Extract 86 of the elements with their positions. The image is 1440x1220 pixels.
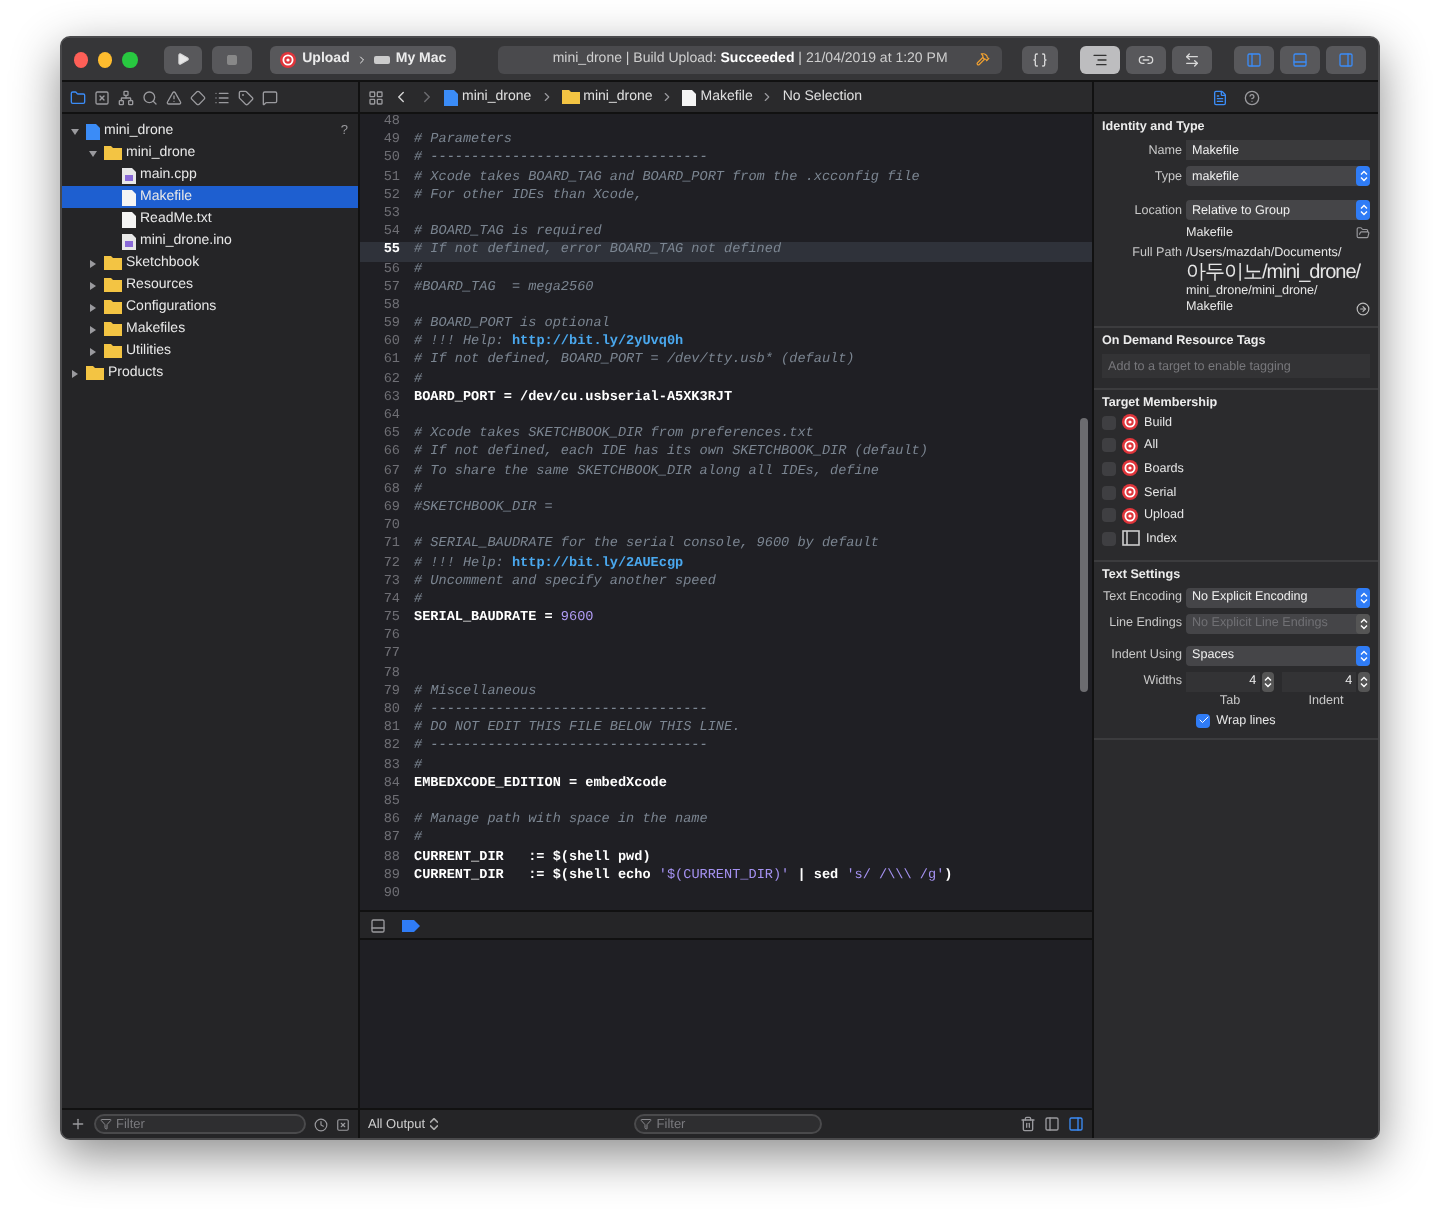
crossed-square-icon[interactable] <box>94 89 110 105</box>
source-file-icon <box>122 233 136 249</box>
stop-icon <box>226 53 239 65</box>
left-panel-icon[interactable] <box>1044 1116 1061 1132</box>
minimize-button[interactable] <box>98 51 113 67</box>
stepper-icon[interactable] <box>1356 645 1370 666</box>
filter-icon <box>640 1118 653 1130</box>
breakpoint-icon[interactable] <box>402 919 420 931</box>
disclosure-triangle-icon[interactable] <box>72 369 78 377</box>
reveal-icon[interactable] <box>1356 301 1370 315</box>
close-button[interactable] <box>74 51 89 67</box>
clock-icon[interactable] <box>314 1117 328 1131</box>
link-icon <box>1137 51 1154 67</box>
breadcrumb-chevron-icon <box>539 90 554 104</box>
stepper-icon[interactable] <box>1262 671 1274 692</box>
target-icon <box>1122 414 1138 431</box>
hammer-icon <box>975 52 990 66</box>
source-file-icon <box>122 167 136 183</box>
path-text: 아두이노/mini_drone/ <box>1186 262 1361 284</box>
stepper-icon[interactable] <box>1358 671 1370 692</box>
stepper-icon[interactable] <box>1356 587 1370 608</box>
stop-button[interactable] <box>212 45 253 73</box>
index-icon <box>1122 530 1140 547</box>
assistant-editor-button[interactable] <box>1125 45 1166 73</box>
breadcrumb-chevron-icon <box>660 90 675 104</box>
disclosure-triangle-icon[interactable] <box>90 259 96 267</box>
debug-area-toggle-button[interactable] <box>1279 45 1320 73</box>
braces-icon <box>1031 51 1048 67</box>
add-icon[interactable] <box>70 1116 86 1132</box>
panel-icon[interactable] <box>370 917 386 933</box>
back-icon[interactable] <box>392 88 410 106</box>
arrows-icon <box>1183 51 1200 67</box>
standard-editor-button[interactable] <box>1079 45 1120 73</box>
grid-icon[interactable] <box>368 89 384 105</box>
target-icon <box>1122 437 1138 454</box>
version-editor-button[interactable] <box>1171 45 1212 73</box>
folder-icon <box>104 146 122 160</box>
target-icon <box>1122 484 1138 501</box>
filter-icon <box>100 1118 112 1130</box>
computer-icon <box>373 55 390 63</box>
breadcrumb-chevron-icon <box>760 90 775 104</box>
chevron-icon <box>355 53 368 65</box>
right-panel-icon[interactable] <box>1068 1116 1085 1132</box>
zoom-button[interactable] <box>122 51 138 67</box>
disclosure-triangle-icon[interactable] <box>90 325 96 333</box>
play-icon <box>175 52 190 66</box>
target-icon <box>1122 460 1138 477</box>
square-icon[interactable] <box>336 1117 350 1131</box>
left-panel-icon <box>1245 51 1262 67</box>
file-icon[interactable] <box>1212 89 1228 105</box>
stepper-icon[interactable] <box>1356 200 1370 220</box>
file-icon <box>682 89 697 105</box>
right-panel-icon <box>1337 51 1354 67</box>
checkmark-icon <box>1197 714 1210 727</box>
hierarchy-icon[interactable] <box>118 89 134 105</box>
inspector-toggle-button[interactable] <box>1325 45 1366 73</box>
bottom-panel-icon <box>1291 51 1308 67</box>
disclosure-triangle-icon[interactable] <box>71 128 79 134</box>
project-icon <box>86 123 100 139</box>
run-button[interactable] <box>163 45 203 73</box>
disclosure-triangle-icon[interactable] <box>89 150 97 156</box>
disclosure-triangle-icon[interactable] <box>90 347 96 355</box>
folder-icon[interactable] <box>70 89 86 105</box>
disclosure-triangle-icon[interactable] <box>90 281 96 289</box>
navigator-toggle-button[interactable] <box>1233 45 1274 73</box>
stepper-icon[interactable] <box>1356 166 1370 186</box>
target-icon <box>1122 507 1138 524</box>
tag-icon[interactable] <box>238 89 254 105</box>
target-icon <box>280 51 297 67</box>
project-icon <box>444 89 458 105</box>
search-icon[interactable] <box>142 89 158 105</box>
trash-icon[interactable] <box>1020 1116 1037 1132</box>
warning-icon[interactable] <box>166 89 182 105</box>
wrap-lines-checkbox[interactable] <box>1196 713 1211 728</box>
diamond-icon[interactable] <box>190 89 206 105</box>
folder-icon <box>561 90 580 104</box>
stepper-icon <box>429 1118 438 1130</box>
help-icon[interactable] <box>1244 89 1260 105</box>
folder-icon[interactable] <box>1356 226 1370 240</box>
library-button[interactable] <box>1021 45 1058 73</box>
disclosure-triangle-icon[interactable] <box>90 303 96 311</box>
lines-icon <box>1091 51 1108 67</box>
message-icon[interactable] <box>262 89 278 105</box>
list-icon[interactable] <box>214 89 230 105</box>
scrollbar[interactable] <box>1080 418 1088 692</box>
forward-icon[interactable] <box>418 88 436 106</box>
